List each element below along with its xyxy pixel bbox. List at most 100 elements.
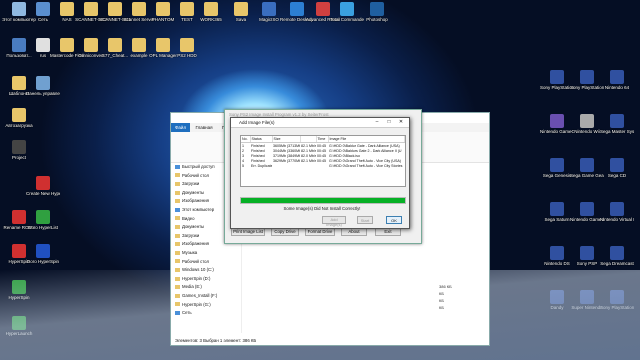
console-icon (580, 70, 594, 84)
folder-icon (175, 276, 180, 281)
table-cell: G:\HDD 0\Baldurs Gate 2 - Dark Alliance … (329, 148, 402, 153)
minimize-icon[interactable]: – (371, 118, 383, 127)
table-cell: 82.1 Mb/s (301, 143, 316, 148)
desktop-icon-label: WORK365 (200, 17, 222, 22)
desktop-icon[interactable]: Nintendo GameCube (540, 114, 574, 144)
desktop-icon[interactable]: Sega Genesis (540, 158, 574, 188)
desktop-icon-label: Project (11, 155, 26, 160)
desktop-icon[interactable]: Nintendo Virtual Boy (600, 202, 634, 232)
nav-item[interactable]: Сеть (171, 309, 241, 318)
nav-item[interactable]: Рабочий стол (171, 258, 241, 267)
desktop-icon[interactable]: Project (2, 140, 36, 170)
nav-item-label: Изображения (182, 241, 210, 247)
app-icon (12, 2, 26, 16)
nav-item[interactable]: Games_Install (F:) (171, 292, 241, 301)
folder-icon (175, 250, 180, 255)
status-message: Some Image(s) Did Not Install Correctly! (283, 206, 361, 211)
nav-item[interactable]: Media (E:) (171, 283, 241, 292)
desktop-icon-label: Dandy (550, 305, 564, 310)
start-button[interactable]: Start (357, 216, 373, 224)
app-icon (84, 2, 98, 16)
desktop-icon[interactable]: Sega CD (600, 158, 634, 188)
desktop-icon[interactable]: Sony PlayStation (540, 70, 574, 100)
desktop-icon[interactable]: HyperLaunch (2, 316, 36, 346)
console-icon (610, 246, 624, 260)
desktop-icon[interactable]: Nintendo Game Boy (570, 202, 604, 232)
console-icon (610, 290, 624, 304)
nav-item-label: Документы (182, 224, 205, 230)
dialog-titlebar: Add Image File(s) – □ ✕ (231, 118, 409, 128)
nav-item[interactable]: Музыка (171, 249, 241, 258)
app-icon (204, 2, 218, 16)
folder-icon (175, 190, 180, 195)
desktop-icon[interactable]: Doro HyperSpin (26, 244, 60, 274)
table-row[interactable]: 5 Err. Duplicate G:\HDD 0\Grand Theft Auto… (241, 164, 405, 169)
console-icon (610, 114, 624, 128)
desktop-icon[interactable]: PS2 HDD (170, 38, 204, 68)
app-icon (36, 210, 50, 224)
app-icon (12, 76, 26, 90)
desktop-icon[interactable]: Sony PSP (570, 246, 604, 276)
console-icon (580, 202, 594, 216)
desktop-icon[interactable]: Sega Master System (600, 114, 634, 144)
desktop-icon[interactable]: Super Nintendo (570, 290, 604, 320)
desktop-icon-label: Панель управления (26, 91, 60, 96)
desktop-icon[interactable]: Sega Dreamcast (600, 246, 634, 276)
tab-file[interactable]: Файл (171, 123, 191, 132)
desktop-icon[interactable]: Nintendo Wii (570, 114, 604, 144)
desktop-icon[interactable]: Dandy (540, 290, 574, 320)
table-cell: 82.1 Mb/s (301, 159, 316, 164)
folder-icon (175, 310, 180, 315)
add-images-button[interactable]: Add Image(s) (322, 216, 346, 227)
desktop-icon[interactable]: Sony PlayStation 2 (600, 290, 634, 320)
nav-item[interactable]: Windows 10 (C:) (171, 266, 241, 275)
app-icon (60, 2, 74, 16)
desktop-icon[interactable]: Nintendo 64 (600, 70, 634, 100)
app-icon (36, 2, 50, 16)
nav-item-label: Изображения (182, 198, 210, 204)
tab-home[interactable]: Главная (191, 123, 216, 132)
desktop-icon-label: Sony PlayStation 2 (600, 305, 634, 310)
ok-button[interactable]: OK (386, 216, 402, 224)
table-cell: G:\HDD 0\Baldur Gate - Dark Alliance (US… (329, 143, 400, 148)
table-cell: 82.1 Mb/s (301, 148, 316, 153)
folder-icon (175, 216, 180, 221)
app-icon (132, 2, 146, 16)
desktop-icon-label: Super Nintendo (571, 305, 603, 310)
desktop-icon-label: Nintendo DS (544, 261, 570, 266)
desktop-icon-label: PS2 HDD (177, 53, 197, 58)
desktop-icon[interactable]: Create New HyperList (26, 176, 60, 206)
desktop-icon[interactable]: Sony PlayStation (570, 70, 604, 100)
desktop-icon[interactable]: Total Commander (330, 2, 364, 32)
close-icon[interactable]: ✕ (395, 118, 407, 127)
desktop-icon[interactable]: Nintendo DS (540, 246, 574, 276)
status-bar: Элементов: 3 Выбран 1 элемент: 386 КБ (175, 338, 257, 343)
table-cell (316, 164, 328, 169)
size-column: 386 КБ КБ КБ КБ (439, 283, 452, 311)
table-cell: 3629Mb (3770Mb) (273, 159, 300, 164)
desktop-icon[interactable]: Sega Game Gear (570, 158, 604, 188)
app-icon (316, 2, 330, 16)
nav-item[interactable]: HyperSpin (G:) (171, 301, 241, 310)
nav-item-label: Сеть (182, 310, 192, 316)
desktop-icon[interactable]: HyperSpin (2, 280, 36, 310)
desktop-icon[interactable]: WORK365 (194, 2, 228, 32)
desktop-icon[interactable]: Автозагрузка (2, 108, 36, 138)
console-icon (550, 246, 564, 260)
table-cell: 82.0 Mb/s (301, 153, 316, 158)
desktop-icon[interactable]: Панель управления (26, 76, 60, 106)
desktop-icon[interactable]: Sega Saturn (540, 202, 574, 232)
maximize-icon[interactable]: □ (383, 118, 395, 127)
console-icon (550, 70, 564, 84)
console-icon (550, 202, 564, 216)
desktop-icon[interactable]: Photoshop (360, 2, 394, 32)
console-icon (550, 114, 564, 128)
desktop-icon[interactable]: Doro HyperList (26, 210, 60, 240)
desktop-icon-label: Sony PSP (576, 261, 598, 266)
app-icon (12, 210, 26, 224)
table-cell: 3605Mb (3713Mb) (273, 143, 300, 148)
app-icon (12, 108, 26, 122)
nav-item[interactable]: HyperSpin (D:) (171, 275, 241, 284)
folder-icon (175, 242, 180, 247)
progress-bar (240, 197, 406, 204)
